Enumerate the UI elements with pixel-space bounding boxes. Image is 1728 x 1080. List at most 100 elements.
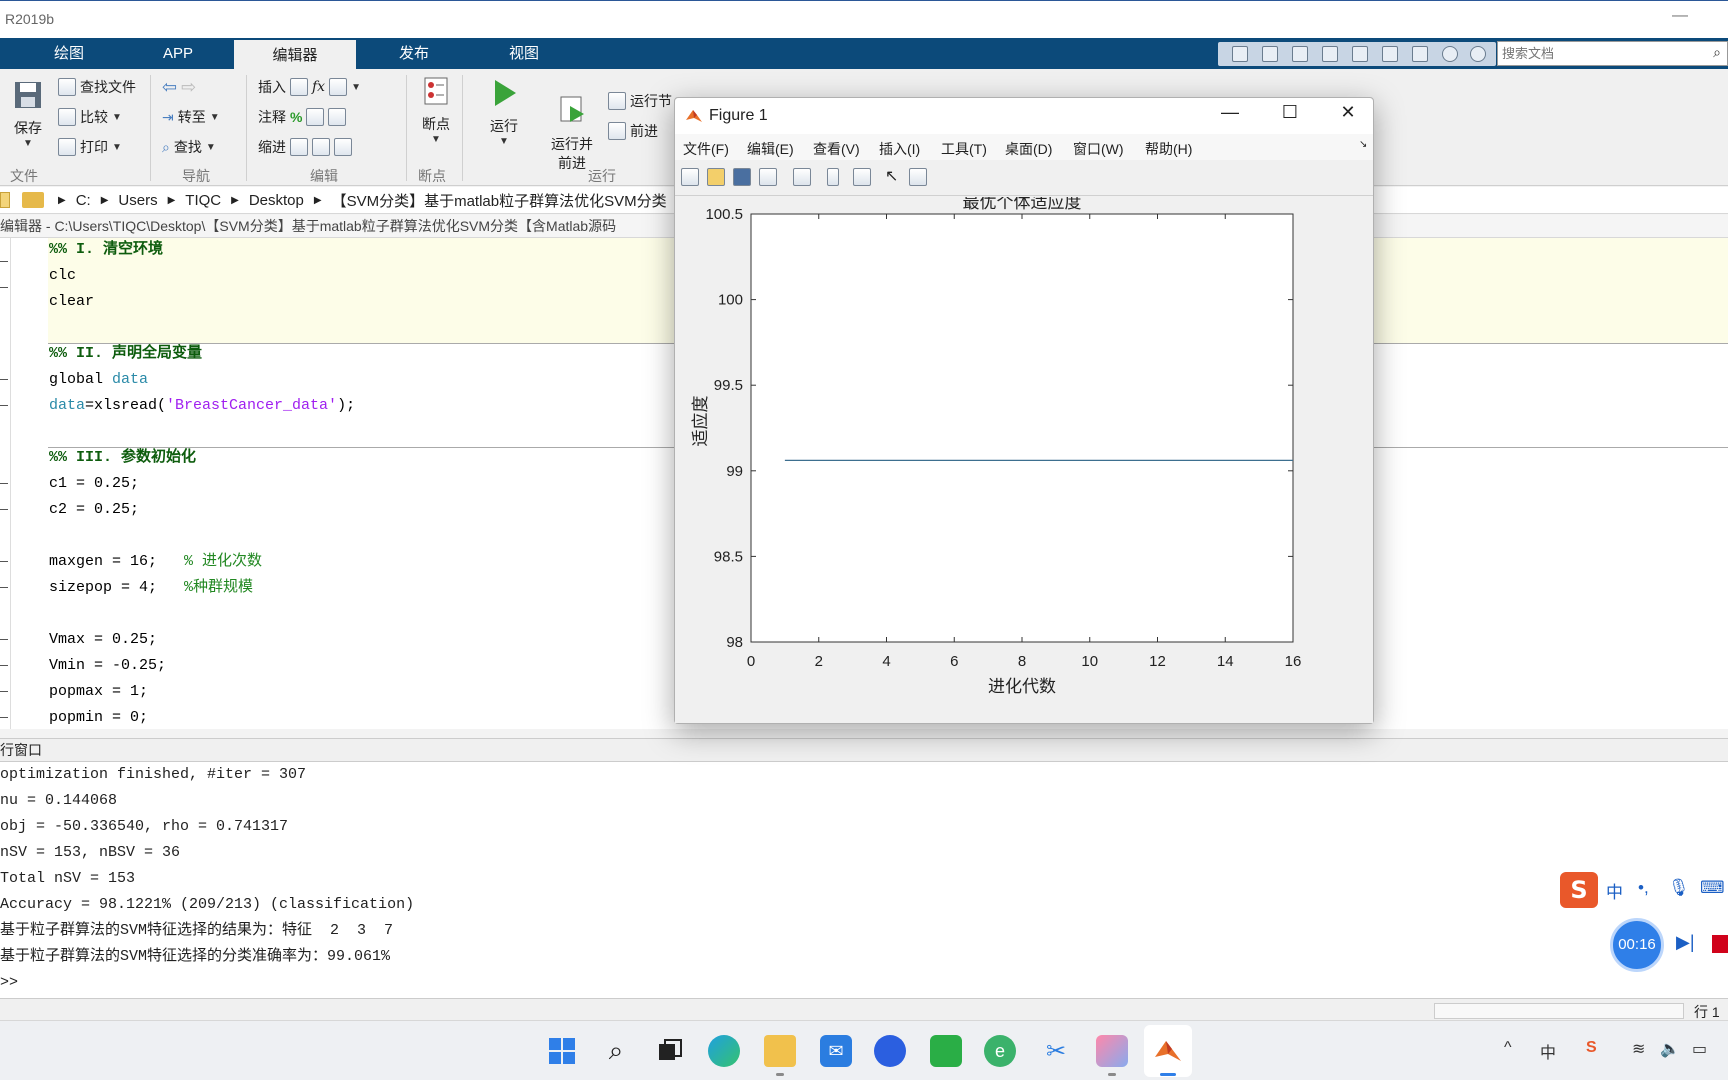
task-view-icon[interactable]	[654, 1035, 686, 1067]
new-figure-icon[interactable]	[681, 168, 699, 186]
tab-editor[interactable]: 编辑器	[234, 38, 356, 69]
code-token: % 进化次数	[184, 553, 263, 570]
search-icon[interactable]: ⌕	[600, 1035, 632, 1067]
find-files-button[interactable]: 查找文件	[58, 77, 136, 97]
close-icon[interactable]: ✕	[1333, 102, 1363, 123]
help-icon[interactable]	[1442, 46, 1458, 62]
insert-button[interactable]: 插入 fx ▼	[258, 77, 361, 97]
breadcrumb-project[interactable]: 【SVM分类】基于matlab粒子群算法优化SVM分类【	[332, 190, 682, 211]
sogou-tray-icon[interactable]: S	[1586, 1039, 1597, 1057]
search-input[interactable]	[1502, 42, 1702, 64]
file-explorer-icon[interactable]	[764, 1035, 796, 1067]
comment-button[interactable]: 注释%	[258, 107, 347, 127]
undo-icon[interactable]	[1352, 46, 1368, 62]
breadcrumb-desktop[interactable]: Desktop	[249, 192, 304, 209]
print-icon[interactable]	[759, 168, 777, 186]
keyboard-icon[interactable]: ⌨	[1700, 878, 1725, 898]
chevron-down-icon: ▼	[112, 141, 122, 153]
stop-icon[interactable]	[1712, 935, 1728, 953]
save-button[interactable]: 保存 ▼	[8, 79, 48, 149]
cut-icon[interactable]	[1262, 46, 1278, 62]
search-icon[interactable]: ⌕	[1713, 44, 1721, 61]
indent-icon[interactable]	[312, 138, 330, 156]
legend-icon[interactable]	[853, 168, 871, 186]
colorbar-icon[interactable]	[827, 168, 839, 186]
pause-icon[interactable]: ▶|	[1676, 932, 1695, 953]
advance-button[interactable]: 前进	[608, 121, 658, 141]
matlab-icon[interactable]	[1152, 1035, 1184, 1067]
arrow-left-icon[interactable]: ⇦	[162, 77, 177, 98]
ime-punctuation[interactable]: •,	[1638, 878, 1649, 898]
options-icon[interactable]	[1470, 46, 1486, 62]
menu-file[interactable]: 文件(F)	[683, 139, 729, 159]
lenovo-app-icon[interactable]	[874, 1035, 906, 1067]
windows-start-icon[interactable]	[546, 1035, 578, 1067]
menu-edit[interactable]: 编辑(E)	[747, 139, 794, 159]
find-button[interactable]: ⌕ 查找 ▼	[162, 137, 216, 157]
property-editor-icon[interactable]	[909, 168, 927, 186]
compare-button[interactable]: 比较 ▼	[58, 107, 122, 127]
menu-tools[interactable]: 工具(T)	[941, 139, 987, 159]
menu-view[interactable]: 查看(V)	[813, 139, 860, 159]
back-forward-buttons[interactable]: ⇦ ⇨	[162, 77, 196, 98]
command-window[interactable]: optimization finished, #iter = 307 nu = …	[0, 762, 1728, 998]
menu-insert[interactable]: 插入(I)	[879, 139, 920, 159]
wifi-icon[interactable]: ≋	[1632, 1039, 1645, 1059]
open-icon[interactable]	[707, 168, 725, 186]
link-plot-icon[interactable]	[793, 168, 811, 186]
run-button[interactable]: 运行 ▼	[484, 77, 524, 147]
redo-icon[interactable]	[1382, 46, 1398, 62]
speaker-icon[interactable]: 🔈	[1660, 1039, 1680, 1059]
menu-help[interactable]: 帮助(H)	[1145, 139, 1192, 159]
snipping-tool-icon[interactable]: ✂	[1040, 1035, 1072, 1067]
mail-icon[interactable]: ✉	[820, 1035, 852, 1067]
breadcrumb-drive[interactable]: C:	[76, 192, 91, 209]
switch-windows-icon[interactable]	[1412, 46, 1428, 62]
save-icon[interactable]	[1232, 46, 1248, 62]
uncomment-icon[interactable]	[306, 108, 325, 126]
breadcrumb-users[interactable]: Users	[118, 192, 157, 209]
minimize-button[interactable]: —	[1672, 7, 1688, 25]
running-indicator	[1108, 1073, 1116, 1076]
breakpoints-button[interactable]: 断点 ▼	[416, 75, 456, 145]
print-button[interactable]: 打印 ▼	[58, 137, 122, 157]
input-method-indicator[interactable]: 中	[1540, 1039, 1556, 1063]
save-icon[interactable]	[733, 168, 751, 186]
menu-desktop[interactable]: 桌面(D)	[1005, 139, 1052, 159]
breadcrumb-user[interactable]: TIQC	[185, 192, 221, 209]
browse-icon[interactable]	[0, 192, 10, 208]
command-prompt[interactable]: >>	[0, 970, 18, 996]
edge-browser-icon[interactable]	[708, 1035, 740, 1067]
smart-indent-icon[interactable]	[290, 138, 308, 156]
battery-icon[interactable]: ▭	[1692, 1039, 1707, 1059]
minimize-icon[interactable]: —	[1215, 102, 1245, 123]
run-section-button[interactable]: 运行节	[608, 91, 672, 111]
tab-apps[interactable]: APP	[140, 38, 216, 69]
recording-timer[interactable]: 00:16	[1610, 918, 1664, 972]
tab-plots[interactable]: 绘图	[30, 38, 108, 69]
wrap-comment-icon[interactable]	[328, 108, 347, 126]
fx-icon[interactable]: fx	[312, 79, 325, 95]
code-line: global data	[49, 367, 148, 393]
chevron-up-icon[interactable]: ^	[1504, 1039, 1512, 1057]
figure-window[interactable]: Figure 1 — ☐ ✕ 文件(F) 编辑(E) 查看(V) 插入(I) 工…	[674, 97, 1374, 724]
arrow-right-icon[interactable]: ⇨	[181, 77, 196, 98]
wechat-icon[interactable]	[930, 1035, 962, 1067]
tab-view[interactable]: 视图	[486, 38, 562, 69]
ie-browser-icon[interactable]: e	[984, 1035, 1016, 1067]
menu-window[interactable]: 窗口(W)	[1073, 139, 1124, 159]
paste-icon[interactable]	[1322, 46, 1338, 62]
microphone-icon[interactable]: 🎙	[1668, 878, 1690, 898]
indent-button[interactable]: 缩进	[258, 137, 352, 157]
copy-icon[interactable]	[1292, 46, 1308, 62]
goto-button[interactable]: ⇥ 转至 ▼	[162, 107, 220, 127]
photos-icon[interactable]	[1096, 1035, 1128, 1067]
outdent-icon[interactable]	[334, 138, 352, 156]
sogou-logo-icon[interactable]: S	[1560, 872, 1598, 908]
cursor-icon[interactable]: ↖	[885, 166, 903, 185]
dock-arrow-icon[interactable]: ↘	[1359, 139, 1367, 150]
percent-icon[interactable]: %	[290, 109, 302, 125]
maximize-icon[interactable]: ☐	[1275, 102, 1305, 123]
ime-mode-chinese[interactable]: 中	[1606, 878, 1623, 903]
tab-publish[interactable]: 发布	[376, 38, 452, 69]
